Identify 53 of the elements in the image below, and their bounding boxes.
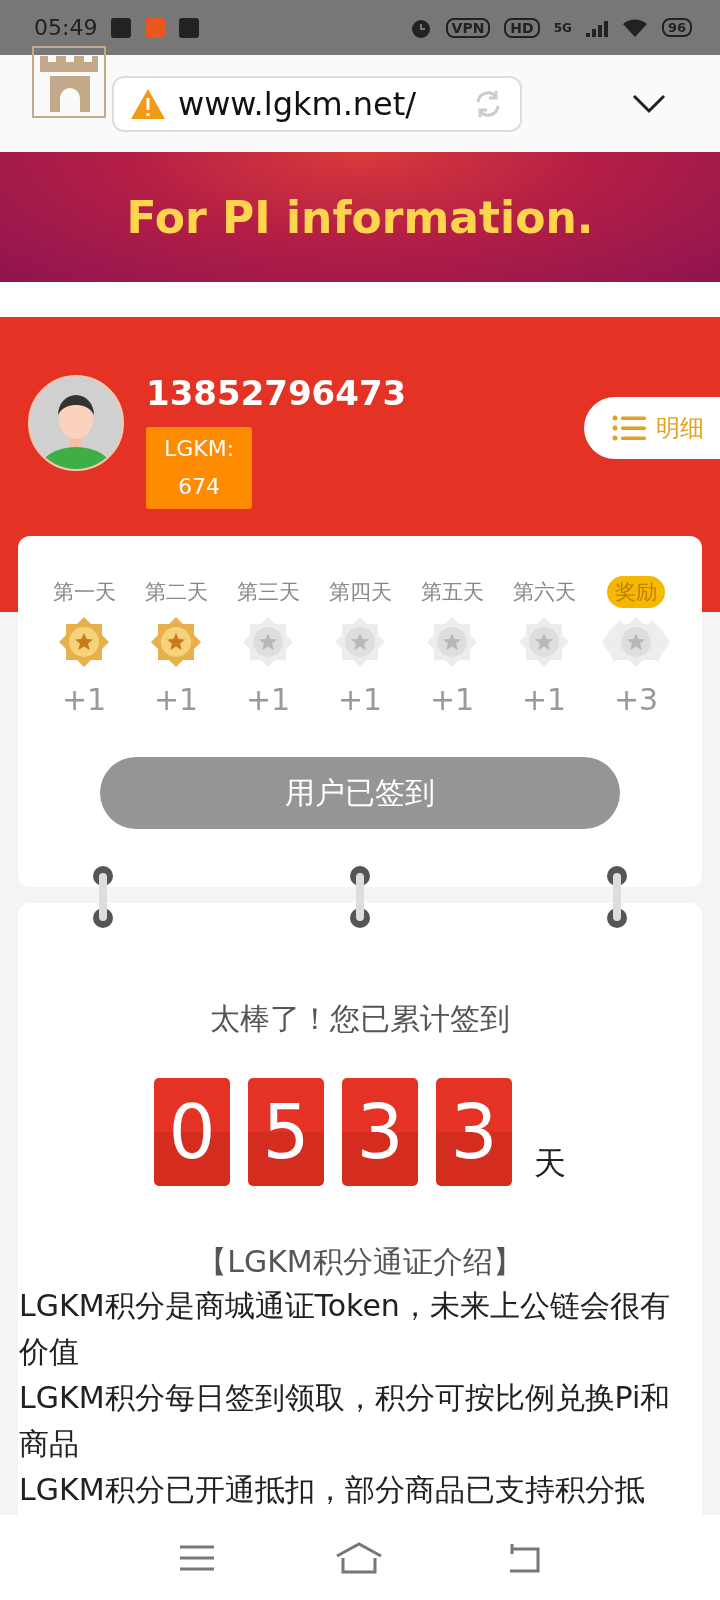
day-count-digit: 3 bbox=[436, 1078, 512, 1186]
day-count-digit: 0 bbox=[154, 1078, 230, 1186]
app-icon bbox=[145, 17, 166, 38]
day-unit: 天 bbox=[534, 1143, 566, 1184]
points-badge: LGKM: 674 bbox=[146, 427, 252, 509]
day-count-digit: 5 bbox=[248, 1078, 324, 1186]
reward-points: +1 bbox=[521, 682, 567, 717]
banner-text: For PI information. bbox=[126, 191, 594, 243]
chevron-down-icon[interactable] bbox=[632, 93, 666, 114]
app-icon bbox=[179, 17, 200, 38]
hd-indicator: HD bbox=[504, 17, 540, 38]
badge-star-outline-icon bbox=[334, 616, 386, 668]
network-type: 5G bbox=[553, 20, 572, 35]
reward-points: +1 bbox=[337, 682, 383, 717]
battery-indicator: 96 bbox=[661, 18, 692, 37]
list-icon bbox=[612, 415, 646, 441]
menu-icon[interactable] bbox=[180, 1544, 215, 1571]
detail-button[interactable]: 明细 bbox=[584, 397, 720, 459]
intro-paragraph: LGKM积分是商城通证Token，未来上公链会很有价值 bbox=[18, 1287, 671, 1371]
banner[interactable]: For PI information. bbox=[0, 152, 720, 282]
day-count-digit: 3 bbox=[342, 1078, 418, 1186]
day-label: 第一天 bbox=[52, 579, 116, 606]
reward-points: +3 bbox=[613, 682, 659, 717]
intro-paragraph: LGKM积分每日签到领取，积分可按比例兑换Pi和商品 bbox=[18, 1379, 672, 1463]
badge-star-icon bbox=[150, 616, 202, 668]
badge-star-outline-icon bbox=[426, 616, 478, 668]
day-label: 第五天 bbox=[420, 579, 484, 606]
reward-points: +1 bbox=[245, 682, 291, 717]
badge-star-icon bbox=[58, 616, 110, 668]
total-title: 太棒了！您已累计签到 bbox=[209, 1000, 511, 1038]
signal-icon bbox=[585, 18, 608, 37]
reward-badge: 奖励 bbox=[607, 576, 665, 608]
reward-points: +1 bbox=[61, 682, 107, 717]
day-label: 第二天 bbox=[144, 579, 208, 606]
vpn-indicator: VPN bbox=[445, 17, 491, 38]
badge-star-outline-icon bbox=[600, 616, 672, 668]
clock-time: 05:49 bbox=[34, 15, 98, 40]
badge-star-outline-icon bbox=[518, 616, 570, 668]
day-label: 第四天 bbox=[328, 579, 392, 606]
castle-icon bbox=[32, 46, 106, 118]
day-label: 第三天 bbox=[236, 579, 300, 606]
intro-title: 【LGKM积分通证介绍】 bbox=[196, 1243, 524, 1281]
day-label: 第六天 bbox=[512, 579, 576, 606]
warning-icon bbox=[130, 87, 166, 120]
home-icon[interactable] bbox=[335, 1541, 383, 1574]
user-phone: 13852796473 bbox=[146, 373, 407, 413]
badge-star-outline-icon bbox=[242, 616, 294, 668]
wifi-icon bbox=[621, 17, 648, 38]
intro-paragraph: LGKM积分已开通抵扣，部分商品已支持积分抵 bbox=[18, 1471, 646, 1509]
reward-points: +1 bbox=[429, 682, 475, 717]
address-field[interactable]: www.lgkm.net/ bbox=[112, 75, 522, 132]
app-icon bbox=[111, 17, 132, 38]
reward-points: +1 bbox=[153, 682, 199, 717]
